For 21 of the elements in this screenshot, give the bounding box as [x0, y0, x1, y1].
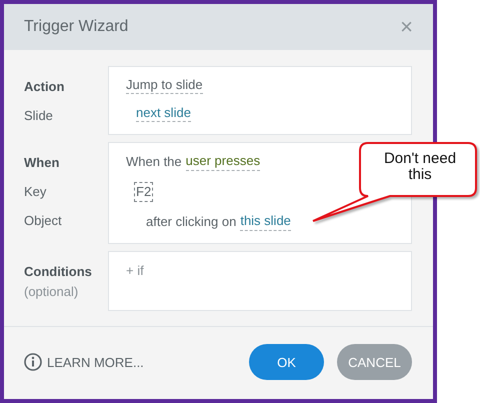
window-title: Trigger Wizard	[24, 18, 128, 36]
optional-note: (optional)	[24, 283, 80, 301]
event-prefix: When the	[126, 153, 182, 171]
object-dropdown[interactable]: this slide	[240, 213, 291, 231]
section-label: Conditions	[24, 263, 93, 281]
field-label: Slide	[24, 107, 54, 125]
field-label: Object	[24, 212, 63, 230]
callout-text: Don't need this	[382, 151, 458, 183]
action-dropdown[interactable]: Jump to slide	[126, 77, 203, 94]
section-label: Action	[24, 78, 66, 96]
info-icon	[24, 353, 42, 371]
field-label: Key	[24, 183, 48, 201]
section-label: When	[24, 154, 60, 172]
add-condition-link[interactable]: + if	[126, 262, 144, 280]
learn-more-link[interactable]: LEARN MORE...	[24, 353, 144, 371]
key-field[interactable]: F2	[134, 182, 154, 202]
ok-button[interactable]: OK	[249, 344, 324, 380]
cancel-button[interactable]: CANCEL	[337, 344, 412, 380]
object-prefix: after clicking on	[146, 213, 236, 231]
slide-dropdown[interactable]: next slide	[136, 105, 191, 122]
event-dropdown[interactable]: user presses	[186, 153, 260, 171]
